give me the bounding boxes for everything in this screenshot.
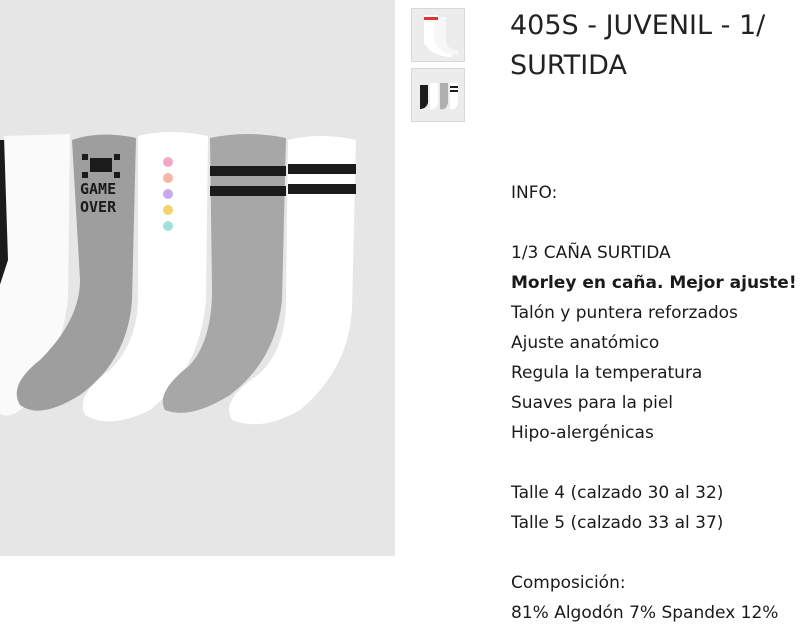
size-talle-4: Talle 4 (calzado 30 al 32) <box>511 483 724 503</box>
product-title: 405S - JUVENIL - 1/ SURTIDA <box>510 6 800 86</box>
info-line-suaves: Suaves para la piel <box>511 393 674 413</box>
info-line-hipo: Hipo-alergénicas <box>511 423 654 443</box>
info-line-cana: 1/3 CAÑA SURTIDA <box>511 243 671 263</box>
sock-print-game: GAME <box>80 180 117 198</box>
info-line-ajuste: Ajuste anatómico <box>511 333 660 353</box>
product-main-image[interactable]: GAME OVER <box>0 0 395 556</box>
info-line-talon: Talón y puntera reforzados <box>511 303 738 323</box>
product-title-line-1: 405S - JUVENIL - 1/ <box>510 10 766 41</box>
thumb-striped-socks-image <box>412 69 464 121</box>
size-talle-5: Talle 5 (calzado 33 al 37) <box>511 513 724 533</box>
info-line-morley: Morley en caña. Mejor ajuste! <box>511 273 797 293</box>
info-heading: INFO: <box>511 183 558 203</box>
composition-label: Composición: <box>511 573 626 593</box>
composition-value: 81% Algodón 7% Spandex 12% <box>511 603 779 623</box>
thumbnail-1[interactable] <box>411 8 465 62</box>
product-title-line-2: SURTIDA <box>510 50 627 81</box>
product-info: INFO: 1/3 CAÑA SURTIDA Morley en caña. M… <box>511 178 800 628</box>
thumbnail-2[interactable] <box>411 68 465 122</box>
info-line-temperatura: Regula la temperatura <box>511 363 703 383</box>
sock-print-over: OVER <box>80 198 117 216</box>
thumb-white-socks-image <box>412 9 464 61</box>
